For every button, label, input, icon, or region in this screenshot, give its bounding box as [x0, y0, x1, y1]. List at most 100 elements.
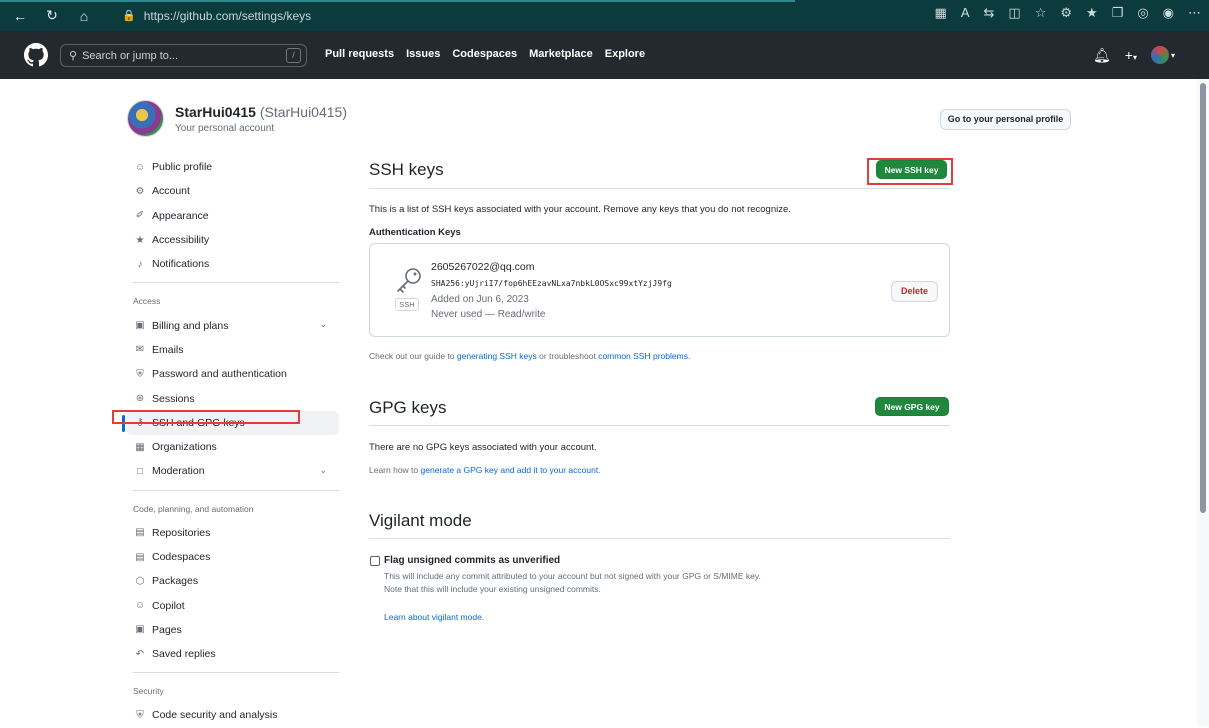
credit-card-icon: ▣: [135, 320, 145, 332]
sidebar-item-saved-replies[interactable]: ↶ Saved replies: [126, 642, 339, 666]
bell-icon[interactable]: 🔔︎: [1093, 47, 1111, 64]
nav-marketplace[interactable]: Marketplace: [529, 48, 593, 60]
sidebar-item-sessions[interactable]: ⊛ Sessions: [126, 386, 339, 410]
sidebar-item-appearance[interactable]: ✐ Appearance: [126, 204, 339, 228]
common-ssh-problems-link[interactable]: common SSH problems: [598, 351, 688, 361]
nav-issues[interactable]: Issues: [406, 48, 440, 60]
user-login: (StarHui0415): [259, 104, 347, 120]
sidebar-item-pages[interactable]: ▣ Pages: [126, 618, 339, 642]
ssh-key-card: SSH 2605267022@qq.com SHA256:yUjriI7/fop…: [369, 243, 950, 337]
search-input[interactable]: ⚲ Search or jump to... /: [60, 44, 307, 67]
section-divider: [369, 538, 950, 539]
sidebar-item-label: Billing and plans: [152, 319, 229, 332]
chevron-down-icon: ▾: [1132, 53, 1137, 62]
new-gpg-key-button[interactable]: New GPG key: [875, 397, 949, 416]
shield-icon: ⛨: [136, 368, 144, 380]
sidebar-item-label: Saved replies: [152, 648, 216, 661]
chevron-down-icon: ▾: [1170, 50, 1175, 60]
delete-ssh-key-button[interactable]: Delete: [891, 281, 938, 302]
sidebar-item-repositories[interactable]: ▤ Repositories: [126, 521, 339, 545]
reply-icon: ↶: [135, 648, 145, 660]
sidebar-item-label: Account: [152, 185, 190, 198]
sidebar-item-label: Organizations: [152, 441, 217, 454]
sidebar-heading-security: Security: [133, 686, 164, 697]
learn-suffix: .: [598, 465, 601, 475]
paintbrush-icon: ✐: [135, 210, 145, 222]
gpg-empty-message: There are no GPG keys associated with yo…: [369, 442, 597, 453]
sidebar-item-label: Copilot: [152, 599, 185, 612]
ssh-guide-text: Check out our guide to generating SSH ke…: [369, 351, 690, 361]
page-scrollbar[interactable]: [1197, 79, 1209, 726]
avatar[interactable]: [127, 100, 164, 137]
sidebar-item-moderation[interactable]: □ Moderation ⌄: [126, 459, 339, 483]
sidebar-item-label: Password and authentication: [152, 368, 287, 381]
sidebar-item-password[interactable]: ⛨ Password and authentication: [126, 362, 339, 386]
nav-explore[interactable]: Explore: [605, 48, 645, 60]
nav-pull-requests[interactable]: Pull requests: [325, 48, 394, 60]
address-bar[interactable]: 🔒 https://github.com/settings/keys: [112, 4, 992, 27]
home-icon[interactable]: ⌂: [68, 8, 100, 24]
translate-icon[interactable]: ⇆: [983, 5, 994, 21]
sidebar-item-code-security[interactable]: ⛨ Code security and analysis: [126, 703, 339, 727]
flag-unsigned-commits-label[interactable]: Flag unsigned commits as unverified: [384, 555, 560, 566]
ssh-key-title: 2605267022@qq.com: [431, 261, 535, 273]
header-nav: Pull requests Issues Codespaces Marketpl…: [325, 48, 645, 60]
favorites-icon[interactable]: ★: [1086, 5, 1098, 21]
accessibility-icon: ★: [135, 234, 145, 246]
settings-icon[interactable]: ◎: [1137, 5, 1148, 21]
shield-lock-icon: ⛨: [136, 709, 144, 721]
sidebar-item-copilot[interactable]: ☺ Copilot: [126, 593, 339, 617]
guide-middle: or troubleshoot: [536, 351, 599, 361]
read-aloud-icon[interactable]: A: [961, 5, 970, 21]
go-to-profile-button[interactable]: Go to your personal profile: [940, 109, 1071, 130]
sidebar-item-accessibility[interactable]: ★ Accessibility: [126, 228, 339, 252]
sidebar-item-codespaces[interactable]: ▤ Codespaces: [126, 545, 339, 569]
more-icon[interactable]: ⋯: [1188, 5, 1201, 21]
sidebar-item-account[interactable]: ⚙ Account: [126, 179, 339, 203]
person-icon: ☺: [134, 161, 146, 173]
user-menu-button[interactable]: ▾: [1150, 46, 1175, 64]
github-logo-icon[interactable]: [24, 43, 48, 67]
sidebar-item-billing[interactable]: ▣ Billing and plans ⌄: [126, 313, 339, 337]
scrollbar-thumb[interactable]: [1200, 83, 1206, 513]
sidebar-divider: [133, 282, 339, 284]
grid-icon[interactable]: ▦: [935, 5, 947, 21]
generating-ssh-keys-link[interactable]: generating SSH keys: [457, 351, 537, 361]
generate-gpg-key-link[interactable]: generate a GPG key and add it to your ac…: [421, 465, 599, 475]
browser-actions: ▦ A ⇆ ◫ ☆ ⚙ ★ ❐ ◎ ◉ ⋯: [935, 5, 1201, 21]
report-icon: □: [136, 465, 144, 477]
sidebar-item-notifications[interactable]: ♪ Notifications: [126, 252, 339, 276]
arrow-left-icon[interactable]: ←: [4, 8, 36, 24]
vigilant-description-2: Note that this will include your existin…: [384, 584, 601, 594]
sidebar-item-public-profile[interactable]: ☺ Public profile: [126, 155, 339, 179]
sidebar-divider: [133, 672, 339, 674]
chevron-down-icon: ⌄: [319, 465, 327, 476]
package-icon: ⬡: [135, 575, 145, 587]
profile-icon[interactable]: ◉: [1163, 5, 1174, 21]
ssh-description: This is a list of SSH keys associated wi…: [369, 204, 791, 215]
search-icon: ⚲: [69, 50, 78, 62]
create-new-button[interactable]: +▾: [1125, 47, 1137, 63]
new-ssh-key-button[interactable]: New SSH key: [876, 160, 947, 179]
sidebar-item-emails[interactable]: ✉ Emails: [126, 338, 339, 362]
refresh-icon[interactable]: ↻: [36, 7, 68, 24]
user-display-name[interactable]: StarHui0415: [175, 104, 256, 120]
account-type: Your personal account: [175, 123, 275, 134]
gpg-learn-text: Learn how to generate a GPG key and add …: [369, 465, 601, 475]
section-divider: [369, 188, 950, 189]
vigilant-mode-title: Vigilant mode: [369, 511, 472, 530]
copilot-icon: ☺: [134, 600, 146, 612]
nav-codespaces[interactable]: Codespaces: [452, 48, 517, 60]
learn-vigilant-mode-link[interactable]: Learn about vigilant mode.: [384, 612, 484, 622]
extensions-icon[interactable]: ⚙: [1060, 5, 1072, 21]
collections-icon[interactable]: ❐: [1112, 5, 1124, 21]
flag-unsigned-commits-checkbox[interactable]: [370, 556, 380, 566]
loading-progress: [0, 0, 795, 2]
sidebar-item-organizations[interactable]: ▦ Organizations: [126, 435, 339, 459]
reader-icon[interactable]: ◫: [1008, 5, 1020, 21]
plus-icon: +: [1124, 47, 1133, 63]
sidebar-item-packages[interactable]: ⬡ Packages: [126, 569, 339, 593]
gpg-keys-title: GPG keys: [369, 398, 447, 417]
star-icon[interactable]: ☆: [1035, 5, 1047, 21]
avatar: [1150, 46, 1169, 64]
